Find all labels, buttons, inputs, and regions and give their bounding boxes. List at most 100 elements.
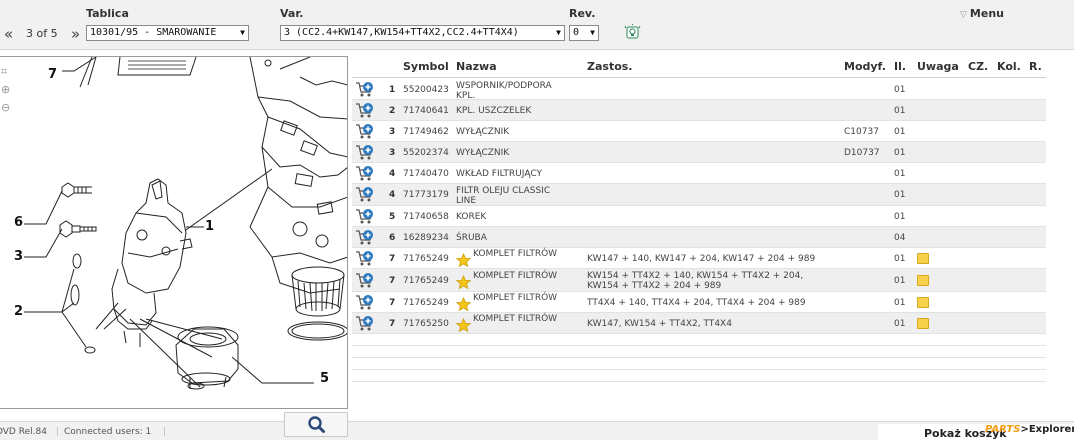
add-to-cart-icon[interactable]	[355, 294, 375, 311]
table-row[interactable]: 3 55202374 WYŁĄCZNIK D10737 01	[352, 142, 1046, 163]
menu-button[interactable]: ▽ Menu	[960, 7, 1004, 20]
col-uwaga[interactable]: Uwaga	[917, 60, 959, 73]
col-kol[interactable]: Kol.	[997, 60, 1021, 73]
row-quantity: 01	[894, 276, 906, 286]
table-row[interactable]: 7 71765249 KOMPLET FILTRÓW KW147 + 140, KW1…	[352, 248, 1046, 269]
table-row[interactable]: 7 71765249 KOMPLET FILTRÓW KW154 + TT4X2 + …	[352, 269, 1046, 292]
previous-page-button[interactable]: «	[4, 26, 13, 42]
row-symbol[interactable]: 71740641	[403, 106, 449, 116]
row-symbol[interactable]: 71740658	[403, 212, 449, 222]
row-name: KOMPLET FILTRÓW	[473, 249, 558, 259]
zoom-in-icon[interactable]: ⊕	[1, 83, 14, 96]
col-zastos[interactable]: Zastos.	[587, 60, 633, 73]
star-icon[interactable]	[455, 317, 472, 333]
row-symbol[interactable]: 71765249	[403, 276, 449, 286]
table-row[interactable]: 1 55200423 WSPORNIK/PODPORA KPL. 01	[352, 79, 1046, 101]
menu-label: Menu	[969, 7, 1004, 20]
row-modification: D10737	[844, 148, 880, 158]
row-position: 7	[389, 319, 396, 329]
row-quantity: 01	[894, 127, 906, 137]
note-icon[interactable]	[917, 253, 929, 264]
row-position: 5	[389, 212, 396, 222]
row-symbol[interactable]: 16289234	[403, 233, 449, 243]
col-symbol[interactable]: Symbol	[403, 60, 449, 73]
note-icon[interactable]	[917, 297, 929, 308]
col-r[interactable]: R.	[1029, 60, 1042, 73]
row-symbol[interactable]: 71773179	[403, 190, 449, 200]
row-position: 2	[389, 106, 396, 116]
tablica-select[interactable]: 10301/95 - SMAROWANIE ▼	[86, 25, 249, 41]
row-application: KW154 + TT4X2 + 140, KW154 + TT4X2 + 204…	[587, 271, 804, 291]
callout-5[interactable]: 5	[320, 371, 329, 386]
add-to-cart-icon[interactable]	[355, 186, 375, 203]
star-icon[interactable]	[455, 274, 472, 290]
rev-select[interactable]: 0 ▼	[569, 25, 599, 41]
fit-view-icon[interactable]: ⌗	[1, 65, 14, 78]
zoom-out-icon[interactable]: ⊖	[1, 101, 14, 114]
connected-users-text: Connected users: 1	[64, 427, 152, 437]
callout-2[interactable]: 2	[14, 304, 23, 319]
table-row[interactable]: 3 71749462 WYŁĄCZNIK C10737 01	[352, 121, 1046, 142]
add-to-cart-icon[interactable]	[355, 144, 375, 161]
row-quantity: 01	[894, 148, 906, 158]
add-to-cart-icon[interactable]	[355, 81, 375, 98]
next-page-button[interactable]: »	[71, 26, 80, 42]
row-symbol[interactable]: 71765250	[403, 319, 449, 329]
var-select[interactable]: 3 (CC2.4+KW147,KW154+TT4X2,CC2.4+TT4X4) …	[280, 25, 565, 41]
row-modification: C10737	[844, 127, 879, 137]
add-to-cart-icon[interactable]	[355, 272, 375, 289]
note-icon[interactable]	[917, 275, 929, 286]
row-symbol[interactable]: 71749462	[403, 127, 449, 137]
col-cz[interactable]: CZ.	[968, 60, 988, 73]
table-row[interactable]: 6 16289234 ŚRUBA 04	[352, 227, 1046, 248]
star-icon[interactable]	[455, 296, 472, 312]
note-icon[interactable]	[917, 318, 929, 329]
search-button[interactable]	[284, 412, 348, 437]
star-icon[interactable]	[455, 252, 472, 268]
callout-7[interactable]: 7	[48, 67, 57, 82]
lightbulb-icon[interactable]	[624, 24, 641, 41]
row-position: 3	[389, 148, 396, 158]
table-row[interactable]: 2 71740641 KPL. USZCZELEK 01	[352, 100, 1046, 121]
rev-select-value: 0	[573, 27, 580, 38]
add-to-cart-icon[interactable]	[355, 102, 375, 119]
logo-explorer: Explorer	[1028, 424, 1074, 435]
add-to-cart-icon[interactable]	[355, 123, 375, 140]
table-row[interactable]: 7 71765250 KOMPLET FILTRÓW KW147, KW154 + T…	[352, 313, 1046, 334]
row-quantity: 01	[894, 169, 906, 179]
row-position: 4	[389, 169, 396, 179]
row-symbol[interactable]: 71765249	[403, 254, 449, 264]
row-name: KOMPLET FILTRÓW	[473, 293, 558, 303]
add-to-cart-icon[interactable]	[355, 250, 375, 267]
table-row[interactable]: 7 71765249 KOMPLET FILTRÓW TT4X4 + 140, TT4…	[352, 292, 1046, 313]
add-to-cart-icon[interactable]	[355, 165, 375, 182]
logo-explorer-arrow: >	[1020, 424, 1029, 435]
callout-6[interactable]: 6	[14, 215, 23, 230]
row-symbol[interactable]: 71765249	[403, 298, 449, 308]
callout-1[interactable]: 1	[205, 219, 214, 234]
add-to-cart-icon[interactable]	[355, 208, 375, 225]
callout-3[interactable]: 3	[14, 249, 23, 264]
chevron-down-icon: ▼	[590, 28, 595, 37]
row-symbol[interactable]: 55200423	[403, 85, 449, 95]
add-to-cart-icon[interactable]	[355, 229, 375, 246]
row-quantity: 04	[894, 233, 906, 243]
table-row[interactable]: 4 71773179 FILTR OLEJU CLASSIC LINE 01	[352, 184, 1046, 206]
empty-row	[352, 334, 1046, 346]
table-row[interactable]: 4 71740470 WKŁAD FILTRUJĄCY 01	[352, 163, 1046, 184]
row-symbol[interactable]: 55202374	[403, 148, 449, 158]
row-symbol[interactable]: 71740470	[403, 169, 449, 179]
row-quantity: 01	[894, 254, 906, 264]
row-position: 4	[389, 190, 396, 200]
col-modyf[interactable]: Modyf.	[844, 60, 886, 73]
parts-diagram[interactable]: ⌗ ⊕ ⊖ 7 1 6 3 2 5	[0, 56, 348, 409]
row-position: 1	[389, 85, 396, 95]
parts-explorer-logo: PARTS>Explorer	[985, 424, 1074, 435]
row-quantity: 01	[894, 212, 906, 222]
col-il[interactable]: Il.	[894, 60, 906, 73]
table-header: Symbol Nazwa Zastos. Modyf. Il. Uwaga CZ…	[352, 56, 1046, 78]
col-nazwa[interactable]: Nazwa	[456, 60, 497, 73]
row-position: 7	[389, 298, 396, 308]
add-to-cart-icon[interactable]	[355, 315, 375, 332]
table-row[interactable]: 5 71740658 KOREK 01	[352, 206, 1046, 227]
